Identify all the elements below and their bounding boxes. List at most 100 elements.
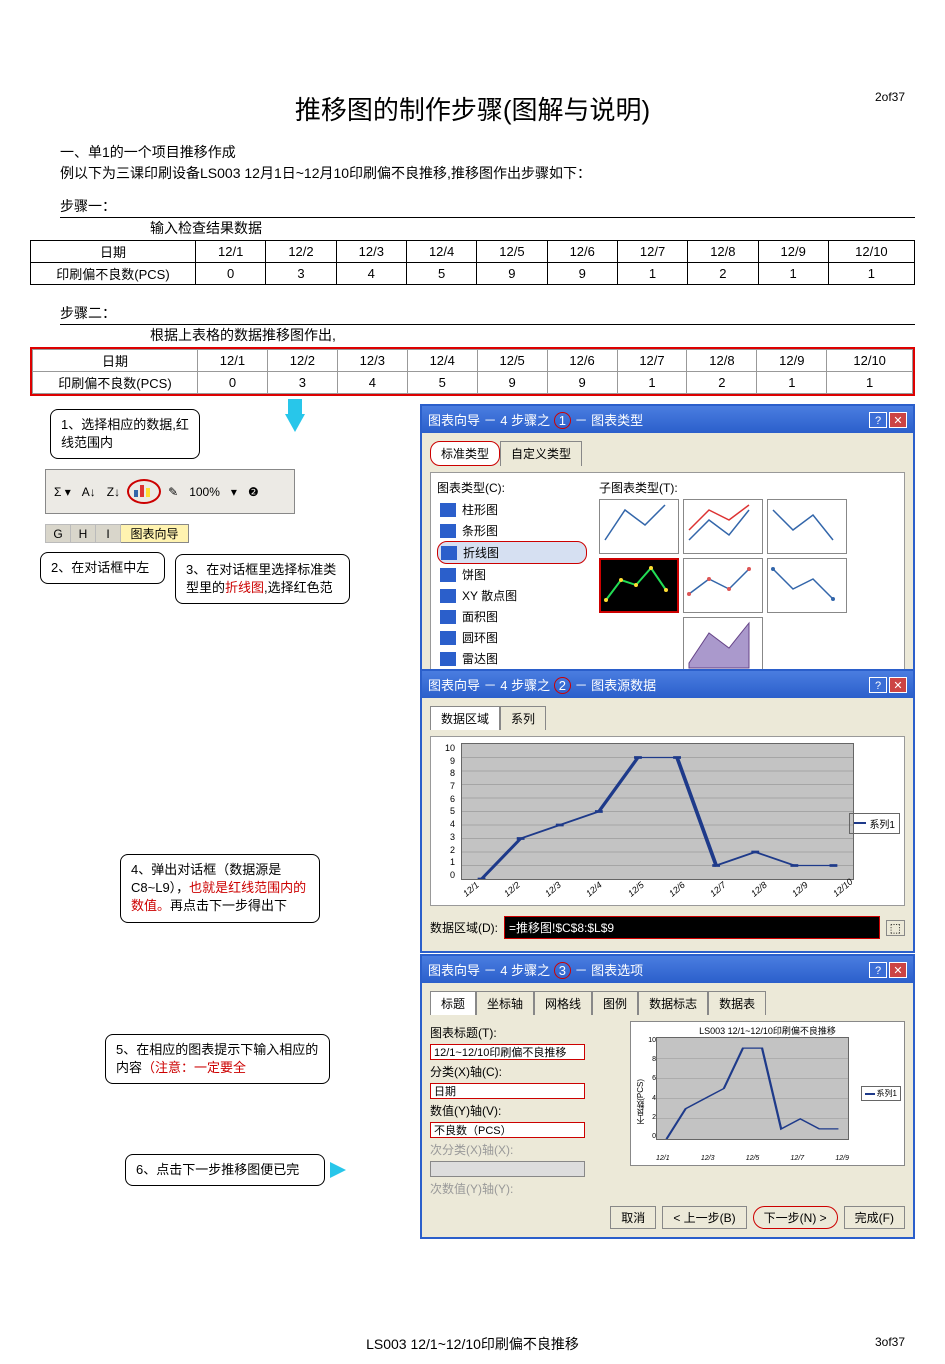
callout-3: 3、在对话框里选择标准类型里的折线图,选择红色范 <box>175 554 350 604</box>
row-date-label: 日期 <box>31 241 196 263</box>
tab-standard[interactable]: 标准类型 <box>430 441 500 466</box>
cell: 12/2 <box>266 241 336 263</box>
callout-4-c: 再点击下一步得出下 <box>170 898 287 913</box>
cell: 12/4 <box>407 350 477 372</box>
excel-column-headers: G H I 图表向导 <box>45 524 189 543</box>
page-number-bottom: 3of37 <box>875 1335 905 1349</box>
chart-wizard-icon[interactable] <box>127 479 161 504</box>
subtype-cell[interactable] <box>767 499 847 554</box>
subtype-cell[interactable] <box>683 617 763 672</box>
cell: 3 <box>267 372 337 394</box>
type-hbar[interactable]: 条形图 <box>437 520 587 541</box>
chart-type-label: 图表类型(C): <box>437 479 587 496</box>
arrow-down-icon <box>285 414 305 432</box>
chart-title-label: 图表标题(T): <box>430 1024 497 1041</box>
preview-xlabels: 12/112/312/512/712/9 <box>656 1155 849 1162</box>
type-bar[interactable]: 柱形图 <box>437 499 587 520</box>
subtype-label: 子图表类型(T): <box>599 479 847 496</box>
help-button[interactable]: ? <box>869 962 887 978</box>
x-axis-input[interactable] <box>430 1083 585 1099</box>
cell: 1 <box>617 372 687 394</box>
type-scatter[interactable]: XY 散点图 <box>437 585 587 606</box>
wiz2-preview-chart: 109876543210 12/112/212/312/412/512/612/… <box>430 736 905 906</box>
help-button[interactable]: ? <box>869 412 887 428</box>
cell: 12/4 <box>406 241 476 263</box>
tab-grid[interactable]: 网格线 <box>534 991 592 1015</box>
chart-title-input[interactable] <box>430 1044 585 1060</box>
subtype-cell[interactable] <box>683 499 763 554</box>
cancel-button[interactable]: 取消 <box>610 1206 656 1229</box>
type-area[interactable]: 面积图 <box>437 606 587 627</box>
tab-datatable[interactable]: 数据表 <box>708 991 766 1015</box>
wiz1-title-b: － 图表类型 <box>575 413 644 428</box>
close-button[interactable]: ✕ <box>889 412 907 428</box>
chart-wizard-step1: 图表向导 － 4 步骤之 1 － 图表类型 ? ✕ 标准类型 自定义类型 图表类… <box>420 404 915 689</box>
close-button[interactable]: ✕ <box>889 962 907 978</box>
back-button[interactable]: < 上一步(B) <box>662 1206 746 1229</box>
chart-wizard-step3: 图表向导 － 4 步骤之 3 － 图表选项 ? ✕ 标题 坐标轴 网格线 图例 … <box>420 954 915 1239</box>
range-input[interactable]: =推移图!$C$8:$L$9 <box>504 916 880 939</box>
subtype-cell[interactable] <box>767 558 847 613</box>
close-button[interactable]: ✕ <box>889 677 907 693</box>
wiz2-title-a: 图表向导 － 4 步骤之 <box>428 678 550 693</box>
bar-icon <box>440 503 456 517</box>
tab-legend[interactable]: 图例 <box>592 991 638 1015</box>
help-button[interactable]: ? <box>869 677 887 693</box>
dropdown-icon[interactable]: ▾ <box>227 482 241 502</box>
data-table-1: 日期 12/1 12/2 12/3 12/4 12/5 12/6 12/7 12… <box>30 240 915 285</box>
cell: 12/8 <box>687 350 757 372</box>
step2-sub: 根据上表格的数据推移图作出, <box>150 325 915 345</box>
radar-icon <box>440 652 456 666</box>
line-icon <box>441 546 457 560</box>
callout-5: 5、在相应的图表提示下输入相应的内容（注意：一定要全 <box>105 1034 330 1084</box>
y2-axis-label: 次数值(Y)轴(Y): <box>430 1180 513 1197</box>
sort-desc-icon[interactable]: Z↓ <box>103 482 124 502</box>
step1-header: 步骤一： <box>60 196 915 218</box>
wiz3-preview-chart: LS003 12/1~12/10印刷偏不良推移 不良数(PCS) 1086420… <box>630 1021 905 1166</box>
y-axis-label: 数值(Y)轴(V): <box>430 1102 501 1119</box>
cell: 12/2 <box>267 350 337 372</box>
next-button[interactable]: 下一步(N) > <box>753 1206 838 1229</box>
row-value-label: 印刷偏不良数(PCS) <box>33 372 198 394</box>
cell: 1 <box>828 263 914 285</box>
step2-header: 步骤二： <box>60 303 915 325</box>
y-axis-input[interactable] <box>430 1122 585 1138</box>
help-icon[interactable]: ❷ <box>244 482 263 502</box>
tab-data-range[interactable]: 数据区域 <box>430 706 500 730</box>
type-donut[interactable]: 圆环图 <box>437 627 587 648</box>
drawing-icon[interactable]: ✎ <box>164 482 182 502</box>
subtype-cell[interactable] <box>599 499 679 554</box>
tab-title[interactable]: 标题 <box>430 991 476 1015</box>
cell: 12/6 <box>547 350 617 372</box>
sort-asc-icon[interactable]: A↓ <box>78 482 100 502</box>
type-pie[interactable]: 饼图 <box>437 564 587 585</box>
chart-legend: 系列1 <box>849 813 900 834</box>
cell: 9 <box>477 263 547 285</box>
tab-custom[interactable]: 自定义类型 <box>500 441 582 466</box>
row-value-label: 印刷偏不良数(PCS) <box>31 263 196 285</box>
cell: 9 <box>477 372 547 394</box>
preview-yaxis: 不良数(PCS) <box>635 1079 646 1125</box>
pie-icon <box>440 568 456 582</box>
callout-6: 6、点击下一步推移图便已完 <box>125 1154 325 1186</box>
subtype-cell-selected[interactable] <box>599 558 679 613</box>
finish-button[interactable]: 完成(F) <box>844 1206 905 1229</box>
subtype-cell[interactable] <box>683 558 763 613</box>
range-picker-icon[interactable]: ⬚ <box>886 920 905 936</box>
zoom-value[interactable]: 100% <box>185 482 224 502</box>
cell: 12/9 <box>758 241 828 263</box>
x-axis-label: 分类(X)轴(C): <box>430 1063 502 1080</box>
callout-2: 2、在对话框中左 <box>40 552 165 584</box>
type-line[interactable]: 折线图 <box>437 541 587 564</box>
tab-datalabel[interactable]: 数据标志 <box>638 991 708 1015</box>
cell: 12/9 <box>757 350 827 372</box>
cell: 4 <box>336 263 406 285</box>
cell: 12/1 <box>198 350 268 372</box>
cell: 1 <box>757 372 827 394</box>
callout-1: 1、选择相应的数据,红线范围内 <box>50 409 200 459</box>
cell: 12/6 <box>547 241 617 263</box>
tab-series[interactable]: 系列 <box>500 706 546 730</box>
autosum-icon[interactable]: Σ ▾ <box>50 482 75 502</box>
type-radar[interactable]: 雷达图 <box>437 648 587 669</box>
tab-axes[interactable]: 坐标轴 <box>476 991 534 1015</box>
